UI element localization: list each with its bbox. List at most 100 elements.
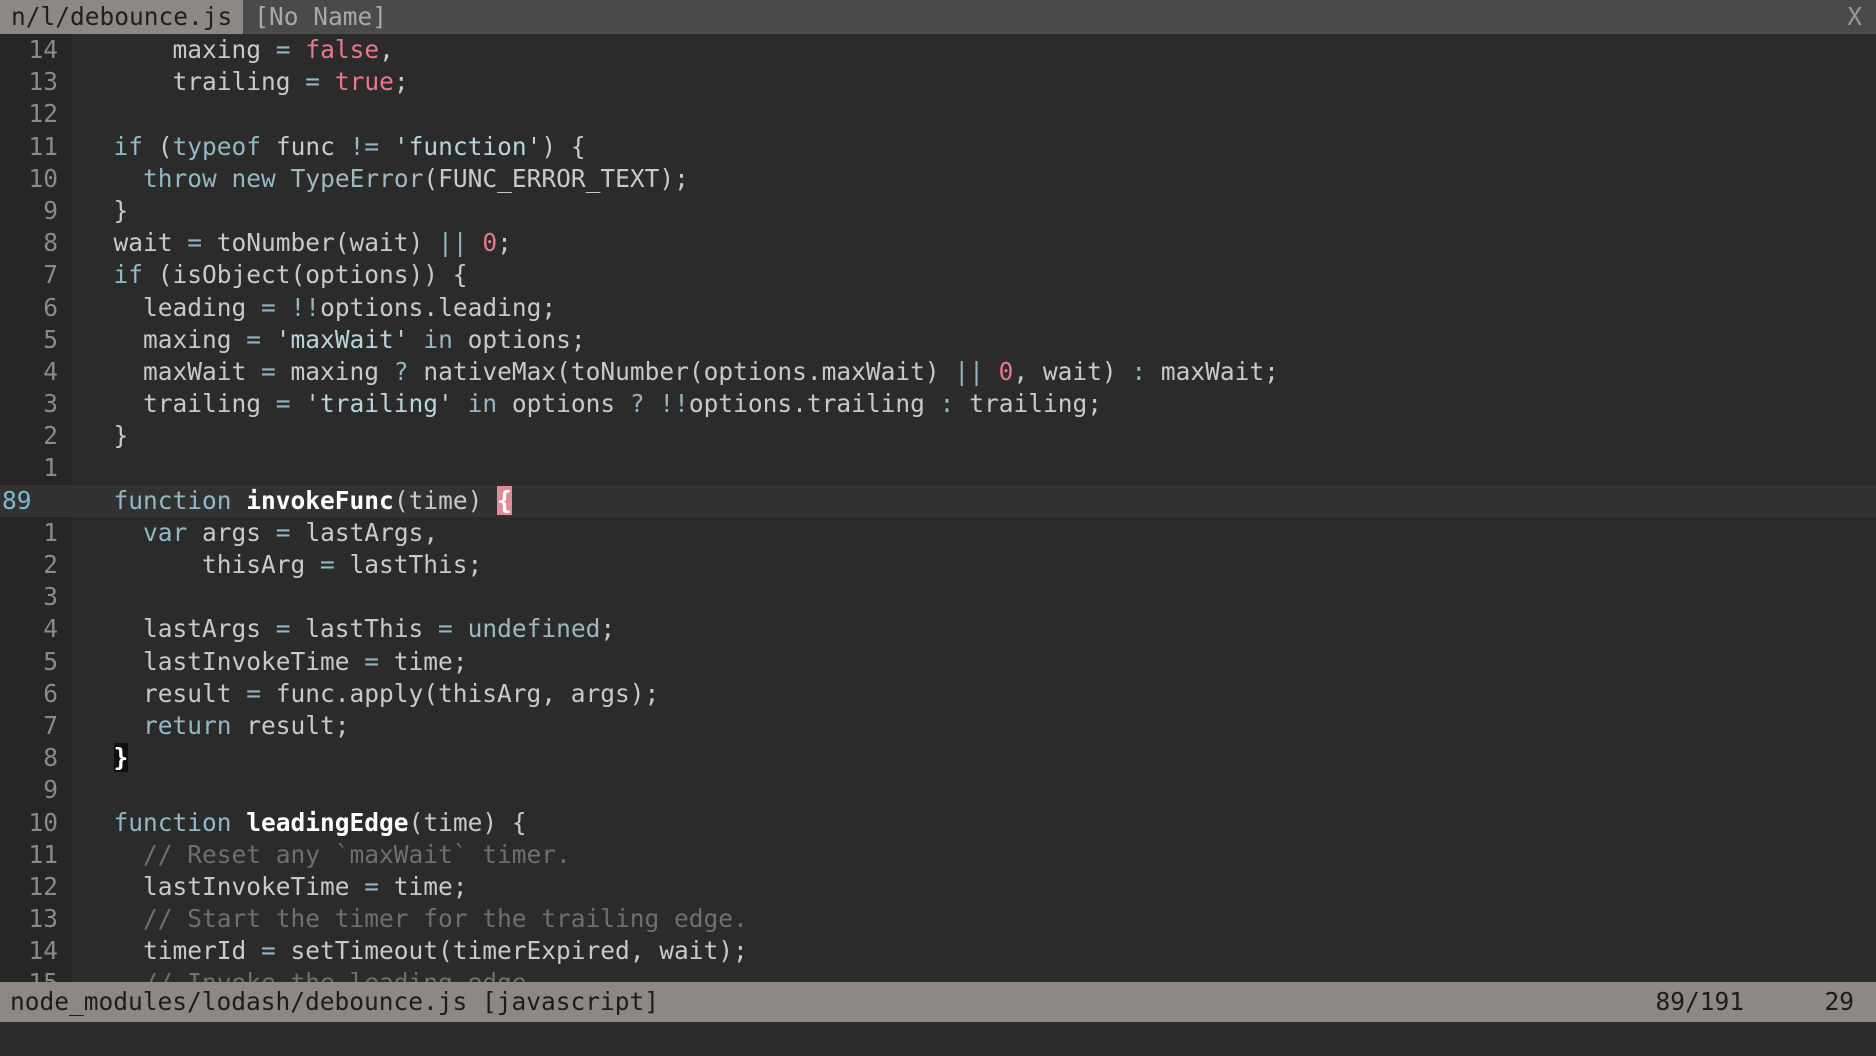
- code-line[interactable]: 7 return result;: [0, 709, 1876, 743]
- token-plain: options: [497, 389, 630, 419]
- code-line-text: return result;: [72, 710, 1876, 742]
- code-line[interactable]: 1: [0, 452, 1876, 485]
- code-line[interactable]: 6 result = func.apply(thisArg, args);: [0, 677, 1876, 710]
- token-func: leadingEdge: [246, 807, 409, 837]
- code-line[interactable]: 14 timerId = setTimeout(timerExpired, wa…: [0, 935, 1876, 968]
- code-line[interactable]: 12: [0, 98, 1876, 131]
- token-plain: ;: [497, 228, 512, 258]
- token-op: =: [261, 356, 276, 386]
- line-number: 2: [0, 549, 72, 582]
- token-plain: options.trailing: [688, 389, 940, 419]
- code-line-text: function leadingEdge(time) {: [72, 807, 1876, 839]
- token-string: 'maxWait': [275, 324, 409, 354]
- token-plain: maxing: [84, 324, 247, 354]
- code-line-cursor[interactable]: 89 function invokeFunc(time) {: [0, 484, 1876, 517]
- statusline-column: 29: [1824, 986, 1854, 1016]
- code-line-text: result = func.apply(thisArg, args);: [72, 678, 1876, 710]
- code-line[interactable]: 11 // Reset any `maxWait` timer.: [0, 838, 1876, 871]
- code-line[interactable]: 6 leading = !!options.leading;: [0, 291, 1876, 324]
- token-op: ?: [629, 389, 645, 419]
- code-line-text: [72, 98, 1876, 130]
- code-line[interactable]: 8 wait = toNumber(wait) || 0;: [0, 227, 1876, 260]
- token-op: =: [364, 646, 380, 676]
- close-icon[interactable]: X: [1841, 0, 1868, 34]
- token-keyword: function: [113, 485, 232, 515]
- code-line[interactable]: 13 // Start the timer for the trailing e…: [0, 903, 1876, 936]
- line-number: 11: [0, 838, 72, 871]
- code-line[interactable]: 10 throw new TypeError(FUNC_ERROR_TEXT);: [0, 162, 1876, 195]
- code-line-text: var args = lastArgs,: [72, 517, 1876, 549]
- text-cursor: {: [497, 485, 512, 515]
- token-op: =: [438, 614, 453, 644]
- token-plain: maxing: [275, 356, 394, 386]
- code-line[interactable]: 2 }: [0, 420, 1876, 453]
- code-line-text: maxing = false,: [72, 34, 1876, 66]
- code-line-text: }: [72, 195, 1876, 227]
- token-string: 'trailing': [305, 389, 453, 419]
- code-line-text: leading = !!options.leading;: [72, 292, 1876, 324]
- code-line[interactable]: 3: [0, 581, 1876, 614]
- line-number: 13: [0, 903, 72, 936]
- line-number: 4: [0, 355, 72, 389]
- code-line[interactable]: 11 if (typeof func != 'function') {: [0, 130, 1876, 163]
- code-line[interactable]: 1 var args = lastArgs,: [0, 516, 1876, 549]
- code-line[interactable]: 4 maxWait = maxing ? nativeMax(toNumber(…: [0, 355, 1876, 389]
- token-op: =: [305, 67, 321, 97]
- command-line[interactable]: [0, 1022, 1876, 1056]
- tab-no-name[interactable]: [No Name]: [243, 0, 398, 34]
- token-plain: timerId: [84, 936, 262, 966]
- line-number: 7: [0, 709, 72, 743]
- code-line[interactable]: 5 maxing = 'maxWait' in options;: [0, 323, 1876, 356]
- token-plain: (: [143, 131, 173, 161]
- line-number: 7: [0, 259, 72, 292]
- token-op: =: [187, 228, 203, 258]
- code-buffer[interactable]: 14 maxing = false, 13 trailing = true; 12 1…: [0, 34, 1876, 982]
- token-keyword: var: [143, 517, 188, 547]
- code-line[interactable]: 7 if (isObject(options)) {: [0, 259, 1876, 292]
- token-comment: // Invoke the leading edge.: [143, 968, 541, 982]
- code-line[interactable]: 3 trailing = 'trailing' in options ? !!o…: [0, 388, 1876, 421]
- code-line[interactable]: 9: [0, 774, 1876, 807]
- code-line[interactable]: 10 function leadingEdge(time) {: [0, 806, 1876, 839]
- code-line[interactable]: 13 trailing = true;: [0, 66, 1876, 99]
- token-plain: options.leading;: [320, 292, 557, 322]
- code-line[interactable]: 2 thisArg = lastThis;: [0, 549, 1876, 582]
- code-line[interactable]: 14 maxing = false,: [0, 34, 1876, 67]
- token-op: =: [275, 614, 291, 644]
- code-line-text: trailing = 'trailing' in options ? !!opt…: [72, 388, 1876, 420]
- token-op: ||: [438, 228, 468, 258]
- line-number: 3: [0, 388, 72, 421]
- code-line-text: lastInvokeTime = time;: [72, 646, 1876, 678]
- token-plain: time;: [379, 871, 468, 901]
- tabline: n/l/debounce.js [No Name] X: [0, 0, 1876, 34]
- code-line[interactable]: 8 }: [0, 742, 1876, 775]
- code-line[interactable]: 5 lastInvokeTime = time;: [0, 645, 1876, 678]
- token-op: !!: [659, 389, 689, 419]
- code-line[interactable]: 15 // Invoke the leading edge.: [0, 967, 1876, 982]
- token-comment: // Reset any `maxWait` timer.: [143, 839, 571, 869]
- line-number: 2: [0, 420, 72, 453]
- token-plain: setTimeout(timerExpired, wait);: [275, 936, 748, 966]
- code-line[interactable]: 12 lastInvokeTime = time;: [0, 870, 1876, 904]
- token-boolean: true: [334, 67, 394, 97]
- code-line[interactable]: 4 lastArgs = lastThis = undefined;: [0, 613, 1876, 646]
- line-number: 15: [0, 967, 72, 982]
- code-line-text: [72, 774, 1876, 806]
- code-line[interactable]: 9 }: [0, 194, 1876, 228]
- line-number: 8: [0, 742, 72, 775]
- tab-debounce-js[interactable]: n/l/debounce.js: [0, 0, 244, 34]
- code-line-text: thisArg = lastThis;: [72, 549, 1876, 581]
- token-plain: func.apply(thisArg, args);: [261, 678, 660, 708]
